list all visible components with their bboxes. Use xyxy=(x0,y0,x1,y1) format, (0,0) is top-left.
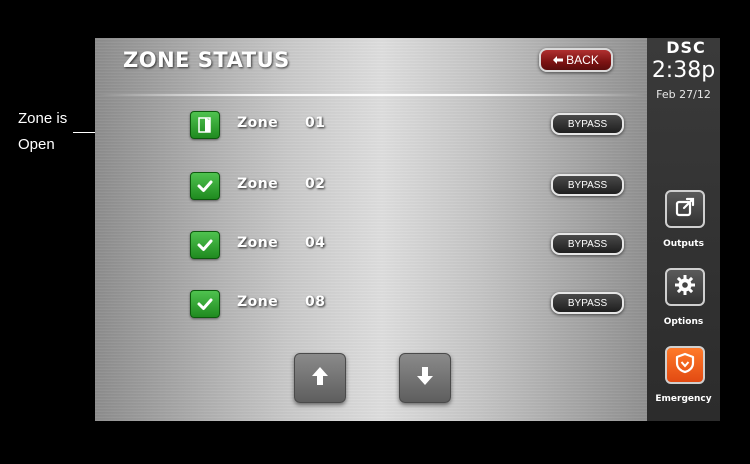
zone-label: Zone xyxy=(237,176,279,192)
bypass-button[interactable]: BYPASS xyxy=(551,292,624,314)
zone-label: Zone xyxy=(237,115,279,131)
checkmark-icon[interactable] xyxy=(190,231,220,259)
sidebar: DSC 2:38p Feb 27/12 Outputs Options Emer… xyxy=(647,38,720,421)
callout-text-line2: Open xyxy=(18,136,55,153)
bypass-button[interactable]: BYPASS xyxy=(551,113,624,135)
title-divider xyxy=(95,94,647,96)
arrow-up-icon xyxy=(311,366,329,390)
callout-text-line1: Zone is xyxy=(18,110,68,127)
brand-logo: DSC xyxy=(666,38,706,57)
options-button[interactable] xyxy=(665,268,705,306)
clock-date: Feb 27/12 xyxy=(656,88,711,101)
gear-icon xyxy=(674,274,696,300)
zone-row: Zone 02 BYPASS xyxy=(190,172,630,200)
zone-row: Zone 01 BYPASS xyxy=(190,111,630,139)
clock-time: 2:38p xyxy=(651,58,716,83)
emergency-button[interactable] xyxy=(665,346,705,384)
scroll-up-button[interactable] xyxy=(294,353,346,403)
emergency-label: Emergency xyxy=(655,394,712,404)
zone-number: 01 xyxy=(305,115,326,131)
zone-status-screen: ZONE STATUS BACK Zone 01 BYPASS Zone 02 … xyxy=(95,38,647,421)
door-open-icon[interactable] xyxy=(190,111,220,139)
shield-icon xyxy=(674,352,696,378)
zone-number: 08 xyxy=(305,294,326,310)
external-link-icon xyxy=(674,196,696,222)
back-button-label: BACK xyxy=(566,53,599,67)
zone-number: 04 xyxy=(305,235,326,251)
checkmark-icon[interactable] xyxy=(190,172,220,200)
arrow-down-icon xyxy=(416,366,434,390)
scroll-down-button[interactable] xyxy=(399,353,451,403)
zone-number: 02 xyxy=(305,176,326,192)
outputs-label: Outputs xyxy=(663,239,704,249)
zone-row: Zone 08 BYPASS xyxy=(190,290,630,318)
zone-row: Zone 04 BYPASS xyxy=(190,231,630,259)
arrow-left-icon xyxy=(553,53,564,67)
checkmark-icon[interactable] xyxy=(190,290,220,318)
bypass-button[interactable]: BYPASS xyxy=(551,233,624,255)
zone-label: Zone xyxy=(237,294,279,310)
outputs-button[interactable] xyxy=(665,190,705,228)
bypass-button[interactable]: BYPASS xyxy=(551,174,624,196)
back-button[interactable]: BACK xyxy=(539,48,613,72)
page-title: ZONE STATUS xyxy=(123,48,290,72)
options-label: Options xyxy=(663,317,704,327)
zone-label: Zone xyxy=(237,235,279,251)
